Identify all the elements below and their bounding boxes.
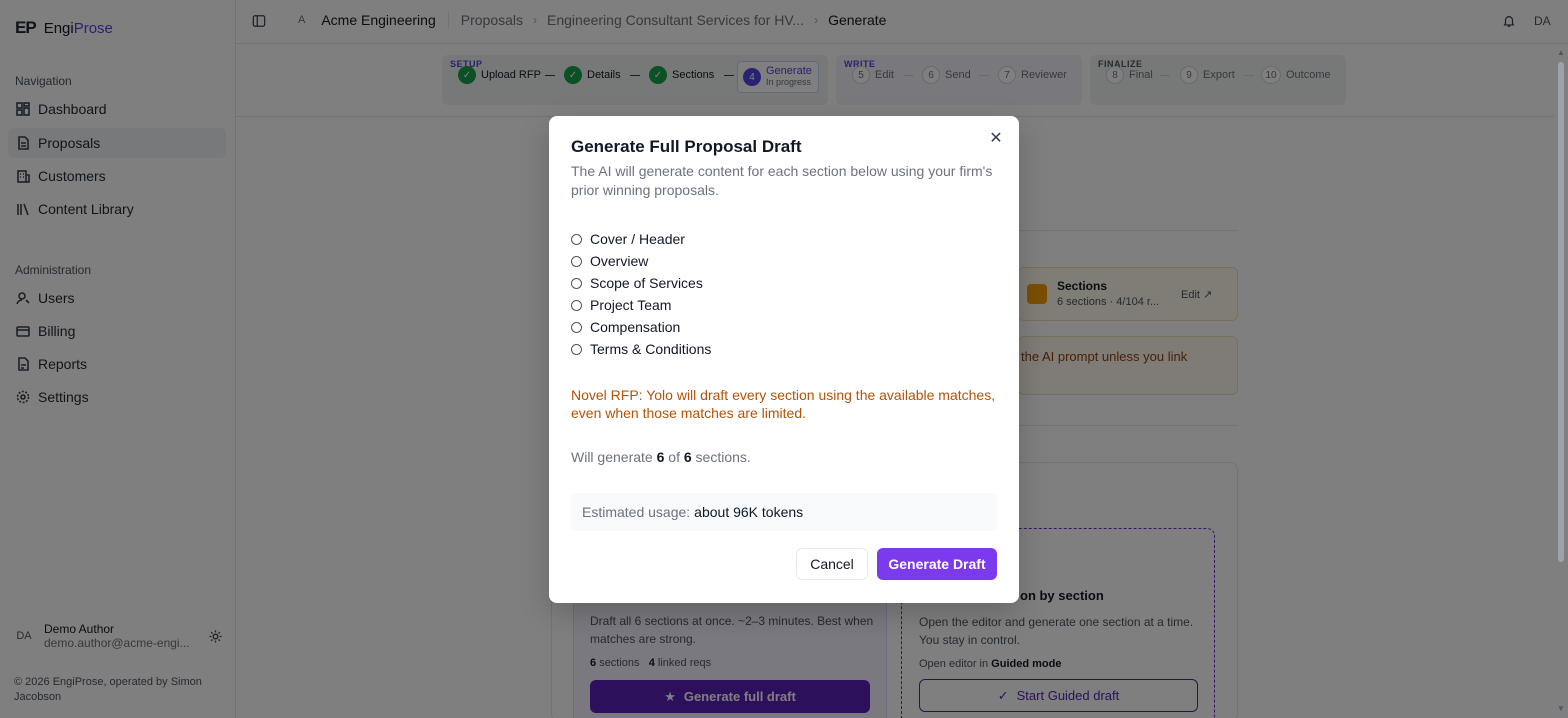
- estimated-usage: Estimated usage: about 96K tokens: [571, 493, 997, 531]
- radio-icon[interactable]: [571, 321, 582, 333]
- generate-draft-button[interactable]: Generate Draft: [877, 548, 997, 580]
- radio-icon[interactable]: [571, 277, 582, 289]
- usage-value: about 96K tokens: [694, 504, 804, 520]
- dialog-description: The AI will generate content for each se…: [571, 163, 993, 198]
- section-label: Project Team: [590, 297, 672, 313]
- close-icon[interactable]: ✕: [988, 130, 1004, 147]
- radio-icon[interactable]: [571, 255, 582, 267]
- list-item[interactable]: Terms & Conditions: [571, 338, 711, 360]
- list-item[interactable]: Project Team: [571, 294, 711, 316]
- section-list: Cover / Header Overview Scope of Service…: [571, 228, 711, 360]
- generation-count: Will generate 6 of 6 sections.: [571, 449, 751, 465]
- list-item[interactable]: Scope of Services: [571, 272, 711, 294]
- list-item[interactable]: Cover / Header: [571, 228, 711, 250]
- scroll-up-icon[interactable]: ▲: [1557, 48, 1565, 57]
- section-label: Scope of Services: [590, 275, 703, 291]
- radio-icon[interactable]: [571, 299, 582, 311]
- scroll-thumb[interactable]: [1558, 62, 1564, 562]
- dialog-title: Generate Full Proposal Draft: [571, 137, 802, 156]
- radio-icon[interactable]: [571, 343, 582, 355]
- page-scrollbar[interactable]: ▲ ▼: [1554, 44, 1568, 718]
- scroll-down-icon[interactable]: ▼: [1557, 704, 1565, 713]
- list-item[interactable]: Overview: [571, 250, 711, 272]
- generate-draft-dialog: ✕ Generate Full Proposal Draft The AI wi…: [549, 116, 1019, 603]
- cancel-button[interactable]: Cancel: [796, 548, 868, 580]
- section-label: Cover / Header: [590, 231, 685, 247]
- radio-icon[interactable]: [571, 233, 582, 245]
- section-label: Overview: [590, 253, 649, 269]
- section-label: Compensation: [590, 319, 681, 335]
- list-item[interactable]: Compensation: [571, 316, 711, 338]
- novel-rfp-note: Novel RFP: Yolo will draft every section…: [571, 387, 996, 421]
- usage-label: Estimated usage:: [582, 504, 691, 520]
- section-label: Terms & Conditions: [590, 341, 712, 357]
